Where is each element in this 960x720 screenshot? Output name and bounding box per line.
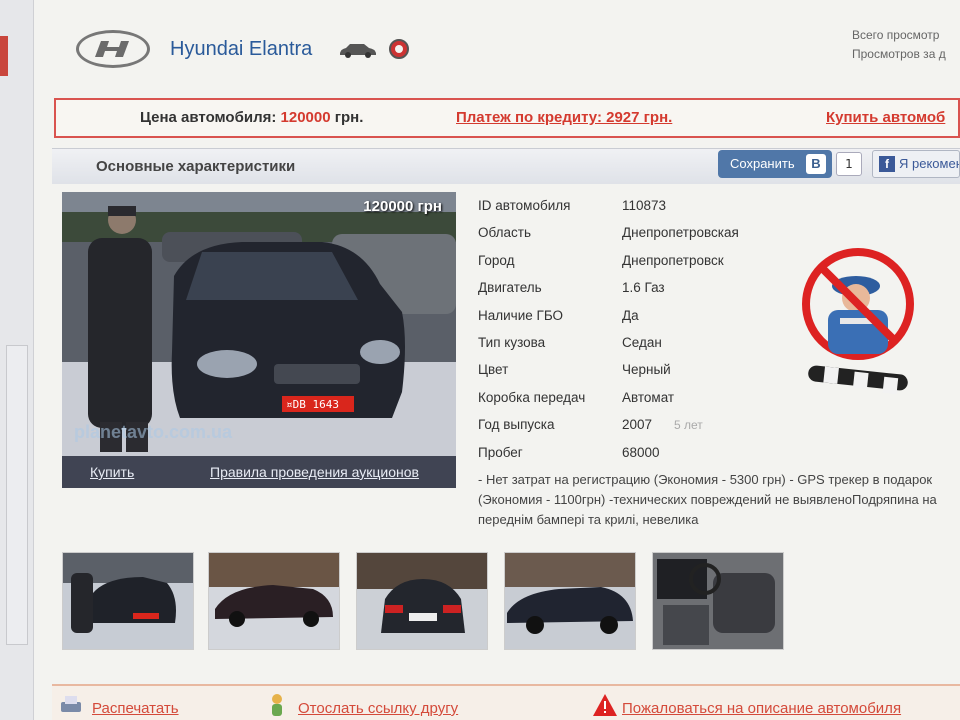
spec-row: Область Днепропетровская	[478, 219, 798, 246]
car-age: 5 лет	[674, 418, 703, 433]
car-photo-image: ¤DB 1643	[62, 192, 456, 488]
auction-rules-link[interactable]: Правила проведения аукционов	[210, 464, 419, 480]
steering-wheel-icon	[389, 39, 409, 59]
save-label: Сохранить	[730, 156, 795, 171]
spec-key: Пробег	[478, 444, 523, 460]
spec-row: Двигатель 1.6 Газ	[478, 274, 798, 301]
spec-value: Автомат	[622, 389, 675, 405]
page-title: Hyundai Elantra	[170, 38, 313, 60]
spec-value: 1.6 Газ	[622, 280, 665, 296]
thumbnail-1[interactable]	[62, 552, 194, 650]
views-total: Всего просмотр	[852, 28, 940, 42]
car-description: - Нет затрат на регистрацию (Экономия - …	[478, 472, 937, 527]
view-stats: Всего просмотр Просмотров за д	[852, 26, 946, 64]
thumbnail-5[interactable]	[652, 552, 784, 650]
print-link[interactable]: Распечатать	[92, 700, 179, 717]
complain-link[interactable]: Пожаловаться на описание автомобиля	[622, 700, 901, 717]
spec-value: 68000	[622, 444, 660, 460]
spec-row: Город Днепропетровск	[478, 247, 798, 274]
license-plate: ¤DB 1643	[286, 398, 339, 411]
spec-value: Да	[622, 307, 639, 323]
share-count-badge: 1	[836, 152, 862, 176]
facebook-recommend-button[interactable]: f Я рекомен	[872, 150, 960, 178]
spec-key: ID автомобиля	[478, 198, 571, 213]
buy-car-link[interactable]: Купить автомоб	[826, 109, 945, 126]
spec-key: Коробка передач	[478, 389, 586, 405]
spec-row: Коробка передач Автомат	[478, 384, 798, 411]
spec-key: Город	[478, 252, 515, 268]
spec-key: Год выпуска	[478, 417, 555, 433]
thumbnail-4[interactable]	[504, 552, 636, 650]
spec-value: Днепропетровская	[622, 225, 739, 241]
send-link-to-friend[interactable]: Отослать ссылку другу	[298, 700, 458, 717]
vk-icon: В	[806, 154, 826, 174]
left-panel	[6, 345, 28, 645]
browser-left-edge	[0, 0, 34, 720]
warning-icon	[593, 694, 617, 716]
spec-value: 2007	[622, 417, 653, 433]
thumbnail-2[interactable]	[208, 552, 340, 650]
photo-watermark: planetavto.com.ua	[74, 422, 233, 442]
views-today: Просмотров за д	[852, 47, 946, 61]
spec-row: Тип кузова Седан	[478, 329, 798, 356]
spec-row: Цвет Черный	[478, 356, 798, 383]
car-icon	[340, 44, 376, 58]
spec-key: Наличие ГБО	[478, 307, 564, 323]
price-value: 120000	[280, 109, 331, 126]
spec-value: Седан	[622, 334, 662, 350]
facebook-icon: f	[879, 156, 895, 172]
spec-row: Год выпуска 2007 5 лет	[478, 411, 798, 438]
price-label-text: Цена автомобиля:	[140, 109, 277, 126]
spec-key: Цвет	[478, 362, 509, 378]
left-tab[interactable]	[0, 36, 8, 76]
specs-table: ID автомобиля 110873 Область Днепропетро…	[478, 192, 798, 466]
price-currency: грн.	[334, 109, 364, 126]
price-label: Цена автомобиля: 120000 грн.	[140, 109, 363, 126]
spec-row: ID автомобиля 110873	[478, 192, 798, 219]
save-button[interactable]: Сохранить В	[718, 150, 832, 178]
no-police-icon	[802, 248, 914, 395]
main-car-photo[interactable]: ¤DB 1643 120000 грн planetavto.com.ua Ку…	[62, 192, 456, 488]
car-listing-page: Hyundai Elantra Всего просмотр Просмотро…	[34, 0, 960, 720]
send-to-friend-icon	[272, 694, 282, 716]
footer-actions: Распечатать Отослать ссылку другу Пожало…	[52, 684, 960, 720]
price-bar: Цена автомобиля: 120000 грн. Платеж по к…	[54, 98, 960, 138]
spec-row: Наличие ГБО Да	[478, 302, 798, 329]
spec-key: Двигатель	[478, 280, 542, 296]
spec-key: Тип кузова	[478, 334, 546, 350]
credit-payment-link[interactable]: Платеж по кредиту: 2927 грн.	[456, 109, 672, 126]
photo-buy-link[interactable]: Купить	[90, 464, 134, 480]
photo-price: 120000 грн	[363, 198, 442, 215]
hyundai-logo-icon[interactable]	[76, 30, 150, 68]
photo-action-bar: Купить Правила проведения аукционов	[62, 456, 456, 488]
spec-value: Черный	[622, 362, 671, 378]
section-title: Основные характеристики	[96, 158, 296, 175]
spec-value: Днепропетровск	[622, 252, 724, 268]
printer-icon	[61, 696, 81, 712]
spec-value: 110873	[622, 198, 667, 213]
spec-key: Область	[478, 225, 531, 241]
thumbnail-3[interactable]	[356, 552, 488, 650]
spec-row: Пробег 68000	[478, 439, 798, 466]
fb-label: Я рекомен	[899, 156, 960, 171]
